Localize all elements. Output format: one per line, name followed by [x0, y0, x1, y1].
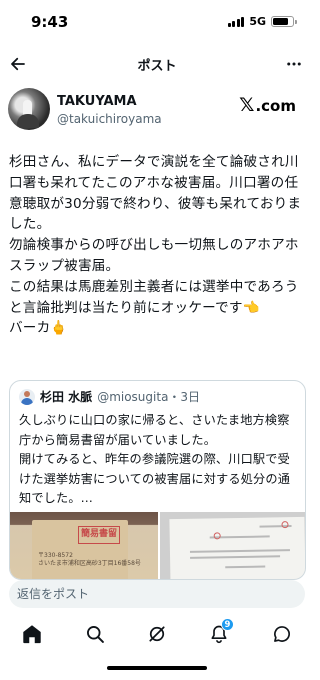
notification-badge: 9	[221, 618, 234, 631]
quoted-avatar	[19, 388, 35, 405]
registered-mail-stamp: 簡易書留	[78, 526, 120, 544]
tab-grok[interactable]	[143, 620, 171, 648]
quoted-post-text: 久しぶりに山口の家に帰ると、さいたま地方検察庁から簡易書留が届いていました。 開…	[19, 413, 291, 505]
post-text: 杉田さん、私にデータで演説を全て論破され川口署も呆れてたこのアホな被害届。川口署…	[9, 152, 307, 339]
quoted-handle-time: @miosugita・3日	[97, 390, 201, 404]
page-title: ポスト	[137, 59, 177, 74]
nav-header: ポスト	[0, 44, 314, 84]
x-logo-icon: 𝕏	[239, 94, 255, 116]
author-display-name[interactable]: TAKUYAMA	[57, 94, 137, 109]
battery-level	[273, 18, 289, 25]
status-bar: 9:43 5G	[0, 0, 314, 44]
tab-home[interactable]	[18, 620, 46, 648]
source-brand: 𝕏 .com	[239, 94, 296, 116]
quoted-post[interactable]: 杉田 水脈 @miosugita・3日 久しぶりに山口の家に帰ると、さいたま地方…	[9, 380, 306, 580]
seal-mark	[213, 532, 221, 540]
post-text-content: 杉田さん、私にデータで演説を全て論破され川口署も呆れてたこのアホな被害届。川口署…	[9, 154, 302, 337]
tab-search[interactable]	[81, 620, 109, 648]
more-options-button[interactable]	[282, 52, 306, 76]
quoted-author-name: 杉田 水脈	[40, 390, 93, 404]
source-brand-text: .com	[255, 97, 296, 115]
reply-input[interactable]	[17, 580, 297, 608]
tab-notifications[interactable]: 9	[205, 618, 234, 648]
bottom-tab-bar: 9	[0, 614, 314, 654]
tab-messages[interactable]	[268, 620, 296, 648]
envelope-address: 〒330-8572 さいたま市浦和区高砂3丁目16番58号	[38, 552, 141, 567]
home-icon	[23, 625, 41, 644]
status-indicators: 5G	[227, 15, 297, 28]
status-time: 9:43	[31, 13, 69, 31]
post-author: TAKUYAMA @takuichiroyama 𝕏 .com	[0, 84, 314, 134]
search-icon	[87, 626, 104, 643]
home-indicator[interactable]	[107, 666, 207, 670]
document-line	[189, 549, 290, 553]
document-paper	[168, 516, 305, 579]
grok-icon	[149, 626, 165, 642]
network-type: 5G	[249, 15, 266, 28]
avatar[interactable]	[8, 88, 50, 130]
quoted-post-media[interactable]: 簡易書留 〒330-8572 さいたま市浦和区高砂3丁目16番58号	[10, 512, 305, 579]
reply-bar	[9, 580, 305, 608]
seal-mark	[280, 521, 289, 529]
ellipsis-icon	[287, 62, 301, 66]
document-line	[189, 555, 280, 559]
messages-icon	[274, 626, 290, 642]
author-handle[interactable]: @takuichiroyama	[57, 112, 162, 126]
document-line	[224, 565, 265, 568]
quoted-image-envelope[interactable]: 簡易書留 〒330-8572 さいたま市浦和区高砂3丁目16番58号	[10, 512, 158, 579]
quoted-post-header: 杉田 水脈 @miosugita・3日	[19, 388, 200, 405]
battery-icon	[271, 16, 297, 27]
cellular-signal-icon	[227, 16, 245, 27]
quoted-image-document[interactable]	[159, 512, 305, 579]
